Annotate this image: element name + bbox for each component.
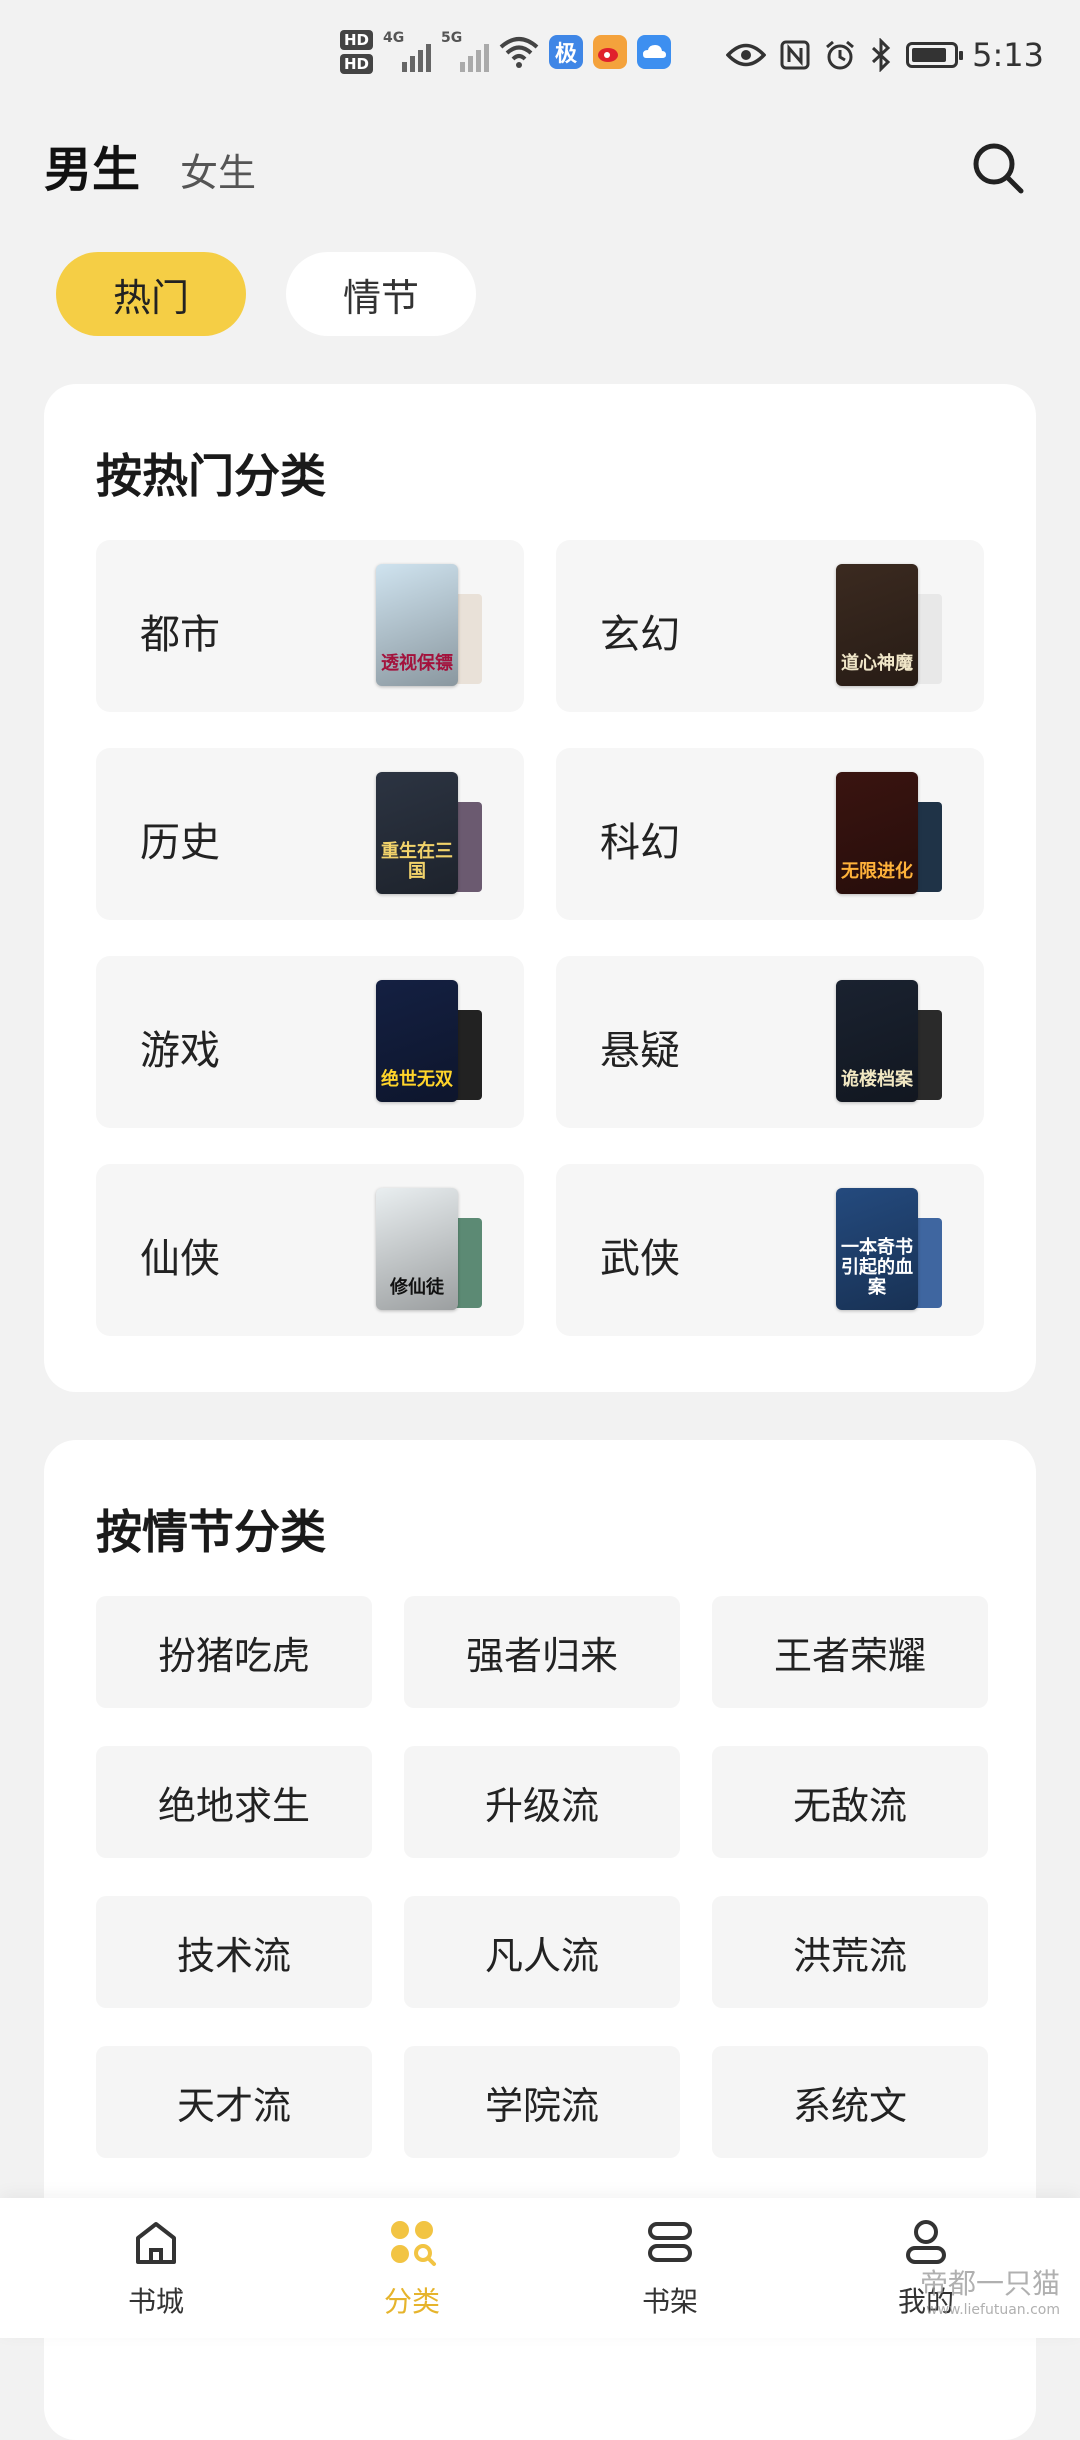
hot-category-item[interactable]: 仙侠修仙徒 bbox=[96, 1164, 524, 1336]
watermark-url: www.liefutuan.com bbox=[926, 2302, 1060, 2318]
bottom-nav: 书城 分类 书架 我的 bbox=[0, 2198, 1080, 2338]
plot-category-item[interactable]: 绝地求生 bbox=[96, 1746, 372, 1858]
bookshelf-icon bbox=[648, 2222, 692, 2262]
category-icon bbox=[391, 2221, 436, 2266]
hd-badge-2: HD bbox=[340, 54, 374, 74]
plot-category-item[interactable]: 强者归来 bbox=[404, 1596, 680, 1708]
hot-category-label: 历史 bbox=[140, 820, 220, 866]
plot-category-item[interactable]: 升级流 bbox=[404, 1746, 680, 1858]
plot-category-item[interactable]: 扮猪吃虎 bbox=[96, 1596, 372, 1708]
alarm-icon bbox=[826, 40, 855, 70]
book-cover-title: 诡楼档案 bbox=[841, 1069, 913, 1090]
nav-category[interactable]: 分类 bbox=[342, 2212, 482, 2332]
book-cover-title: 透视保镖 bbox=[381, 653, 453, 674]
book-cover-thumbnail: 重生在三国 bbox=[376, 772, 482, 894]
status-right-icons: 5:13 bbox=[726, 36, 1044, 74]
hot-category-label: 都市 bbox=[140, 612, 220, 658]
plot-category-item[interactable]: 洪荒流 bbox=[712, 1896, 988, 2008]
tab-female[interactable]: 女生 bbox=[180, 142, 256, 197]
nav-bookshelf[interactable]: 书架 bbox=[600, 2212, 740, 2332]
hot-category-grid: 都市 透视保镖 玄幻 道心神魔 历史 重生在三国 科幻 无限进化 游戏 绝世无双 悬疑 诡楼档案 仙侠修… bbox=[96, 540, 984, 1336]
tab-plot[interactable]: 情节 bbox=[286, 252, 476, 336]
app-notification-badge: 极 bbox=[549, 35, 584, 69]
hot-section-title: 按热门分类 bbox=[96, 449, 326, 503]
book-cover-front: 修仙徒 bbox=[376, 1188, 458, 1310]
plot-category-item[interactable]: 无敌流 bbox=[712, 1746, 988, 1858]
book-cover-front: 透视保镖 bbox=[376, 564, 458, 686]
hot-category-label: 玄幻 bbox=[600, 612, 680, 658]
hot-category-item[interactable]: 玄幻道心神魔 bbox=[556, 540, 984, 712]
book-cover-thumbnail: 透视保镖 bbox=[376, 564, 482, 686]
book-cover-thumbnail: 绝世无双 bbox=[376, 980, 482, 1102]
nav-bookstore-label: 书城 bbox=[127, 2285, 184, 2318]
plot-section-title: 按情节分类 bbox=[96, 1505, 326, 1559]
hot-category-card: 按热门分类 都市 透视保镖 玄幻 道心神魔 历史 重生在三国 科幻 无限进化 游戏 绝世无双 悬疑诡… bbox=[44, 384, 1036, 1392]
search-button[interactable] bbox=[968, 138, 1028, 198]
hot-category-item[interactable]: 武侠 一本奇书引起的血案 bbox=[556, 1164, 984, 1336]
book-cover-thumbnail: 诡楼档案 bbox=[836, 980, 942, 1102]
plot-category-item[interactable]: 系统文 bbox=[712, 2046, 988, 2158]
hd-badge-1: HD bbox=[340, 30, 374, 50]
search-icon bbox=[973, 143, 1024, 194]
nfc-icon bbox=[780, 40, 810, 70]
nav-bookstore[interactable]: 书城 bbox=[86, 2212, 226, 2332]
nav-category-label: 分类 bbox=[383, 2285, 440, 2318]
status-time: 5:13 bbox=[972, 36, 1044, 74]
tab-hot[interactable]: 热门 bbox=[56, 252, 246, 336]
book-cover-front: 一本奇书引起的血案 bbox=[836, 1188, 918, 1310]
nav-bookshelf-label: 书架 bbox=[641, 2285, 698, 2318]
book-cover-thumbnail: 修仙徒 bbox=[376, 1188, 482, 1310]
plot-category-grid: 扮猪吃虎 强者归来 王者荣耀绝地求生 升级流 无敌流技术流 凡人流 洪荒流天才流 学院流 系统文 bbox=[96, 1596, 988, 2158]
plot-category-item[interactable]: 凡人流 bbox=[404, 1896, 680, 2008]
hot-category-label: 游戏 bbox=[140, 1028, 220, 1074]
hot-category-item[interactable]: 科幻无限进化 bbox=[556, 748, 984, 920]
eye-icon bbox=[726, 43, 767, 67]
battery-icon bbox=[906, 42, 964, 68]
status-left-icons: HD HD 4G 5G 极 bbox=[340, 30, 672, 74]
tab-male[interactable]: 男生 bbox=[44, 130, 140, 200]
hot-category-item[interactable]: 悬疑诡楼档案 bbox=[556, 956, 984, 1128]
book-cover-front: 绝世无双 bbox=[376, 980, 458, 1102]
book-cover-title: 绝世无双 bbox=[381, 1069, 453, 1090]
gender-tabs: 男生 女生 bbox=[44, 130, 256, 200]
hd-indicators: HD HD bbox=[340, 30, 374, 74]
hot-category-label: 武侠 bbox=[600, 1236, 680, 1282]
plot-category-item[interactable]: 王者荣耀 bbox=[712, 1596, 988, 1708]
signal-4g-icon: 4G bbox=[383, 30, 432, 74]
status-bar: HD HD 4G 5G 极 5:13 bbox=[0, 0, 1080, 120]
watermark-name: 帝都一只猫 bbox=[919, 2267, 1060, 2300]
watermark: 帝都一只猫 www.liefutuan.com bbox=[920, 2262, 1060, 2318]
book-cover-thumbnail: 一本奇书引起的血案 bbox=[836, 1188, 942, 1310]
book-cover-front: 重生在三国 bbox=[376, 772, 458, 894]
plot-category-item[interactable]: 学院流 bbox=[404, 2046, 680, 2158]
weibo-icon bbox=[593, 35, 628, 69]
filter-tabs: 热门 情节 bbox=[56, 252, 476, 336]
cloud-icon bbox=[637, 35, 672, 69]
book-cover-title: 无限进化 bbox=[841, 861, 913, 882]
book-cover-thumbnail: 道心神魔 bbox=[836, 564, 942, 686]
book-cover-title: 道心神魔 bbox=[841, 653, 913, 674]
hot-category-item[interactable]: 历史 重生在三国 bbox=[96, 748, 524, 920]
hot-category-label: 科幻 bbox=[600, 820, 680, 866]
book-cover-title: 重生在三国 bbox=[381, 841, 453, 882]
plot-category-item[interactable]: 天才流 bbox=[96, 2046, 372, 2158]
book-cover-front: 道心神魔 bbox=[836, 564, 918, 686]
bluetooth-icon bbox=[872, 38, 891, 72]
hot-category-label: 悬疑 bbox=[600, 1028, 680, 1074]
book-cover-title: 一本奇书引起的血案 bbox=[841, 1237, 913, 1298]
signal-5g-icon: 5G bbox=[441, 30, 490, 74]
hot-category-item[interactable]: 都市透视保镖 bbox=[96, 540, 524, 712]
book-cover-title: 修仙徒 bbox=[390, 1277, 444, 1298]
hot-category-label: 仙侠 bbox=[140, 1236, 220, 1282]
wifi-icon bbox=[499, 37, 539, 68]
book-cover-front: 无限进化 bbox=[836, 772, 918, 894]
book-cover-front: 诡楼档案 bbox=[836, 980, 918, 1102]
book-cover-thumbnail: 无限进化 bbox=[836, 772, 942, 894]
plot-category-item[interactable]: 技术流 bbox=[96, 1896, 372, 2008]
home-icon bbox=[136, 2222, 176, 2264]
hot-category-item[interactable]: 游戏绝世无双 bbox=[96, 956, 524, 1128]
